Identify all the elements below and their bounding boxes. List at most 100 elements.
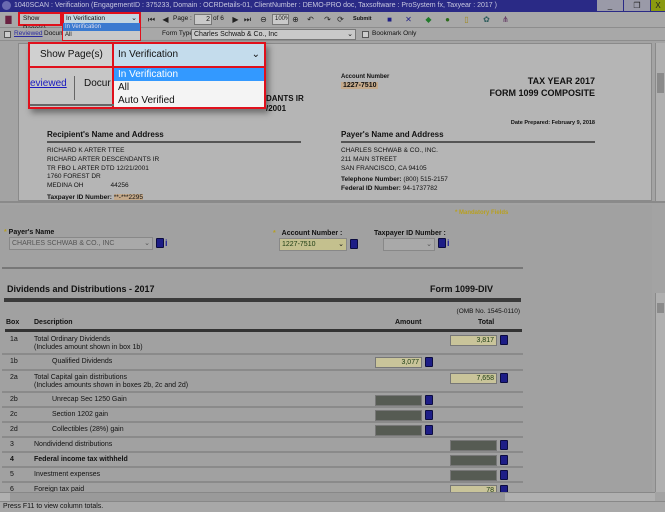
account-number-select[interactable]: 1227-7510 ⌄: [279, 238, 347, 251]
telephone-label: Telephone Number:: [341, 176, 402, 184]
total-input[interactable]: 3,817: [450, 335, 497, 346]
plus-button[interactable]: [425, 410, 433, 420]
description-line: Total Ordinary Dividends: [34, 336, 111, 343]
section-bar: [4, 298, 521, 302]
total-input[interactable]: [450, 440, 497, 451]
description-line: Total Capital gain distributions: [34, 374, 127, 381]
address-line: RICHARD K ARTER TTEE: [47, 147, 125, 154]
diamond-icon[interactable]: ◆: [423, 14, 434, 25]
chevron-down-icon: ⌄: [251, 49, 260, 60]
redo-icon[interactable]: ⟳: [335, 14, 346, 25]
chevron-down-icon: ⌄: [144, 240, 150, 247]
rotate-left-icon[interactable]: ↶: [305, 14, 316, 25]
callout-select[interactable]: In Verification ⌄: [114, 44, 264, 66]
total-input[interactable]: [450, 455, 497, 466]
header-rule: [5, 329, 522, 332]
show-pages-dropdown: In Verification All: [62, 23, 141, 41]
form-type-value: Charles Schwab & Co., Inc: [194, 31, 278, 38]
box-number: 4: [10, 456, 14, 463]
plus-button[interactable]: [500, 440, 508, 450]
plus-button[interactable]: [500, 455, 508, 465]
address-line: MEDINA OH: [47, 182, 84, 190]
status-text: Press F11 to view column totals.: [3, 503, 104, 510]
amount-input[interactable]: [375, 410, 422, 421]
zoom-input[interactable]: 100%: [272, 14, 289, 25]
form-scrollbar[interactable]: [655, 293, 665, 492]
option-all[interactable]: All: [114, 81, 264, 94]
zoom-out-icon[interactable]: ⊖: [258, 14, 269, 25]
minus-button[interactable]: [500, 335, 508, 345]
total-input[interactable]: [450, 470, 497, 481]
plus-button[interactable]: [425, 395, 433, 405]
page-input[interactable]: 2: [194, 14, 212, 25]
settings-icon[interactable]: ✿: [481, 14, 492, 25]
network-icon[interactable]: ⋔: [500, 14, 511, 25]
monitor-icon[interactable]: ■: [384, 14, 395, 25]
amount-input[interactable]: [375, 395, 422, 406]
form-type-label: Form Type: [162, 30, 193, 37]
dropdown-option[interactable]: All: [63, 31, 140, 39]
taxpayer-id: **-***2295: [113, 194, 143, 201]
divider: [2, 267, 523, 269]
address-line: 211 MAIN STREET: [341, 155, 397, 163]
rotate-right-icon[interactable]: ↷: [322, 14, 333, 25]
account-number-label: Account Number :: [281, 230, 343, 237]
payer-name-select[interactable]: CHARLES SCHWAB & CO., INC ⌄: [9, 237, 153, 250]
save-icon[interactable]: ▇: [3, 14, 14, 25]
form-title: FORM 1099 COMPOSITE: [489, 88, 595, 98]
next-page-icon[interactable]: ▶: [230, 14, 241, 25]
amount-input[interactable]: [375, 425, 422, 436]
total-input[interactable]: 7,658: [450, 373, 497, 384]
callout-show-pages-label: Show Page(s): [30, 44, 114, 68]
option-in-verification[interactable]: In Verification: [114, 68, 264, 81]
option-auto-verified[interactable]: Auto Verified: [114, 94, 264, 107]
minimize-button[interactable]: _: [597, 0, 623, 11]
chevron-down-icon: ⌄: [347, 31, 353, 38]
restore-button[interactable]: ❐: [624, 0, 650, 11]
taxpayer-id-select[interactable]: ⌄: [383, 238, 435, 251]
lookup-button[interactable]: [350, 239, 358, 249]
zoom-in-icon[interactable]: ⊕: [290, 14, 301, 25]
plus-button[interactable]: [425, 425, 433, 435]
form-type-select[interactable]: Charles Schwab & Co., Inc ⌄: [191, 29, 356, 40]
reviewed-checkbox[interactable]: [4, 31, 11, 38]
close-button[interactable]: X: [651, 0, 665, 11]
document-scrollbar[interactable]: [655, 43, 665, 201]
account-number: 1227-7510: [341, 82, 379, 89]
document-icon[interactable]: ▯: [461, 14, 472, 25]
callout-reviewed-link[interactable]: eviewed: [30, 78, 67, 89]
table-row: 2a Total Capital gain distributions (Incl…: [2, 371, 523, 393]
payer-heading: Payer's Name and Address: [341, 130, 444, 139]
reviewed-link[interactable]: Reviewed: [14, 30, 43, 37]
close-x-icon[interactable]: ✕: [403, 14, 414, 25]
info-icon[interactable]: i: [447, 238, 455, 248]
dropdown-option[interactable]: In Verification: [63, 23, 140, 31]
minus-button[interactable]: [500, 373, 508, 383]
splitter[interactable]: [0, 201, 665, 203]
taxpayer-id-label: Taxpayer ID Number :: [374, 230, 446, 237]
bookmark-checkbox[interactable]: [362, 31, 369, 38]
minus-button[interactable]: [425, 357, 433, 367]
lookup-button[interactable]: [438, 238, 446, 248]
plus-button[interactable]: [500, 470, 508, 480]
info-icon[interactable]: i: [165, 238, 173, 248]
description-line: Investment expenses: [34, 471, 101, 478]
total-input[interactable]: 78: [450, 485, 497, 492]
submit-button[interactable]: Submit: [353, 16, 372, 22]
table-row: 1b Qualified Dividends 3,077: [2, 355, 523, 371]
prev-page-icon[interactable]: ◀: [160, 14, 171, 25]
amount-input[interactable]: 3,077: [375, 357, 422, 368]
table-row: 5 Investment expenses: [2, 468, 523, 483]
first-page-icon[interactable]: ⏮: [146, 14, 157, 25]
lookup-button[interactable]: [156, 238, 164, 248]
app-icon: [2, 1, 11, 10]
recipient-fragment: DANTS IR: [266, 94, 304, 103]
money-bag-icon[interactable]: ●: [442, 14, 453, 25]
bookmark-label: Bookmark Only: [372, 30, 417, 37]
tax-year: TAX YEAR 2017: [527, 76, 595, 86]
callout-document-tab[interactable]: Docur: [84, 78, 111, 89]
minus-button[interactable]: [500, 485, 508, 492]
title-bar: 1040SCAN : Verification (EngagementID : …: [0, 0, 665, 12]
horizontal-scrollbar[interactable]: [0, 492, 655, 501]
last-page-icon[interactable]: ⏭: [242, 14, 253, 25]
